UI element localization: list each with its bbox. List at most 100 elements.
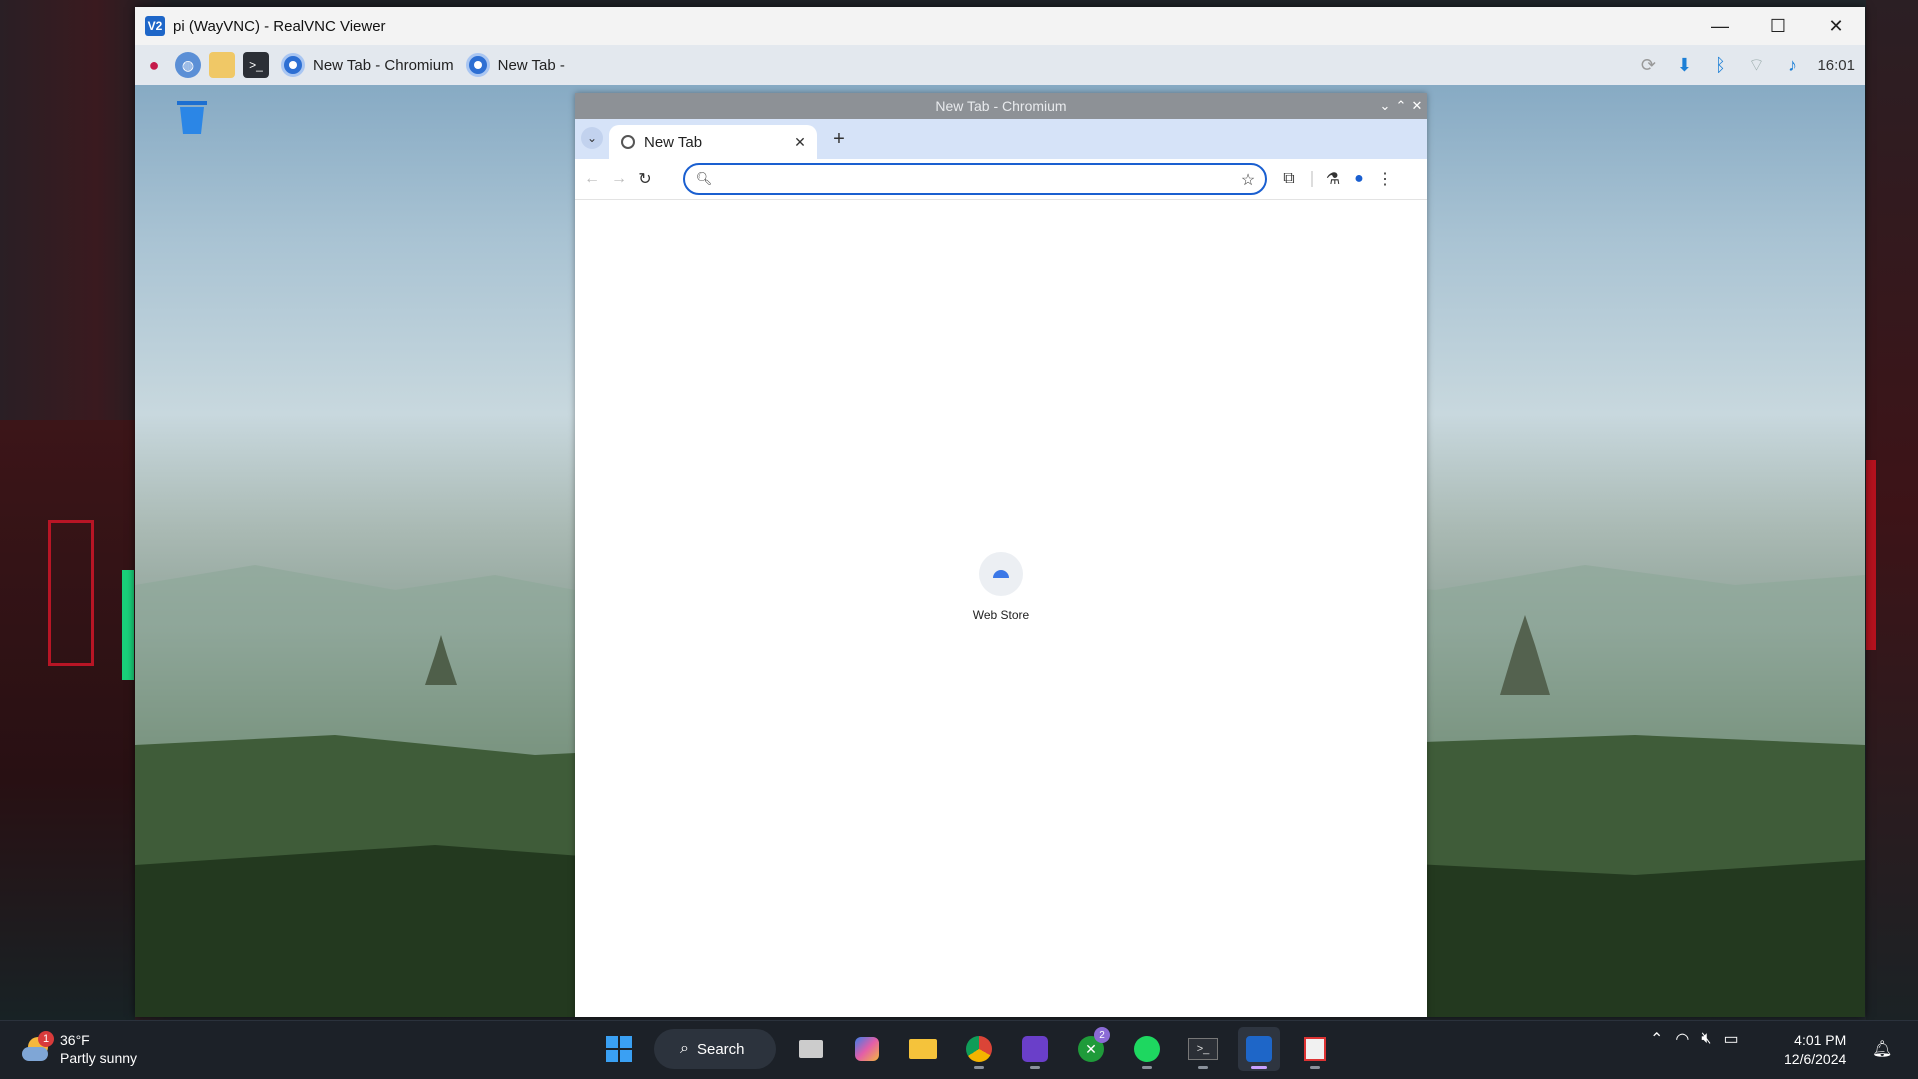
forward-icon[interactable]: →	[607, 167, 631, 191]
wifi-icon[interactable]: ◠	[1675, 1029, 1689, 1049]
pi-task-label: New Tab -	[497, 56, 565, 74]
windows-logo-icon	[606, 1036, 632, 1062]
new-tab-button[interactable]: +	[827, 127, 851, 151]
address-bar[interactable]: 🔍︎ ☆	[683, 163, 1267, 195]
search-icon: ⌕	[680, 1040, 689, 1057]
file-manager-icon[interactable]	[209, 52, 235, 78]
wifi-icon[interactable]: ⌔	[1745, 54, 1767, 76]
toolbar-divider	[1311, 171, 1313, 187]
chromium-icon	[465, 53, 490, 77]
notification-bell-icon[interactable]: 🔔︎	[1872, 1039, 1892, 1059]
pi-taskbar: ● ◍ >_ New Tab - Chromium New Tab - ⟳ ⬇ …	[135, 45, 1865, 85]
tab-close-icon[interactable]: ✕	[791, 134, 809, 151]
chevron-up-icon[interactable]: ⌃	[1650, 1029, 1663, 1049]
vnc-viewer-window: V2 pi (WayVNC) - RealVNC Viewer — ☐ ✕ ● …	[135, 7, 1865, 1017]
search-icon: 🔍︎	[695, 171, 713, 186]
realvnc-button[interactable]	[1238, 1027, 1280, 1071]
new-tab-page: Web Store	[575, 199, 1427, 1017]
labs-flask-icon[interactable]: ⚗	[1321, 167, 1345, 191]
chrome-icon	[966, 1036, 992, 1062]
terminal-icon[interactable]: >_	[243, 52, 269, 78]
snipping-tool-button[interactable]	[1294, 1027, 1336, 1071]
spotify-button[interactable]	[1126, 1027, 1168, 1071]
chromium-window: New Tab - Chromium ⌄ ⌃ ✕ ⌄ New Tab ✕ + ←…	[575, 93, 1427, 1017]
bookmark-star-icon[interactable]: ☆	[1237, 169, 1259, 191]
sync-icon[interactable]: ⟳	[1637, 54, 1659, 76]
search-label: Search	[696, 1040, 745, 1058]
trash-icon[interactable]	[173, 98, 211, 136]
host-wallpaper-red-strip	[1866, 460, 1876, 650]
web-store-icon	[979, 552, 1023, 596]
vnc-window-title: pi (WayVNC) - RealVNC Viewer	[173, 17, 386, 35]
realvnc-icon: V2	[145, 16, 165, 36]
spotify-icon	[1134, 1036, 1160, 1062]
terminal-button[interactable]: >_	[1182, 1027, 1224, 1071]
host-wallpaper-neon	[122, 570, 134, 680]
extensions-icon[interactable]: ⧉	[1277, 167, 1301, 191]
raspberry-menu-icon[interactable]: ●	[141, 52, 167, 78]
xbox-badge: 2	[1094, 1027, 1110, 1043]
snipping-tool-icon	[1304, 1037, 1326, 1061]
host-wallpaper-left	[0, 420, 135, 1020]
weather-widget[interactable]: 1 36°F Partly sunny	[22, 1031, 137, 1067]
remote-desktop[interactable]: ● ◍ >_ New Tab - Chromium New Tab - ⟳ ⬇ …	[135, 45, 1865, 1017]
browser-toolbar: ← → ↻ 🔍︎ ☆ ⧉ ⚗ ● ⋮	[575, 159, 1427, 199]
close-icon[interactable]: ✕	[1407, 93, 1427, 119]
volume-icon[interactable]: ♪	[1781, 54, 1803, 76]
minimize-button[interactable]: —	[1691, 7, 1749, 45]
clock-date: 12/6/2024	[1784, 1051, 1847, 1067]
pi-system-tray: ⟳ ⬇ ᛒ ⌔ ♪ 16:01	[1637, 45, 1855, 85]
terminal-icon: >_	[1188, 1038, 1218, 1060]
xbox-button[interactable]: ✕ 2	[1070, 1027, 1112, 1071]
maximize-button[interactable]: ☐	[1749, 7, 1807, 45]
task-view-button[interactable]	[790, 1027, 832, 1071]
pi-task-chromium-2[interactable]: New Tab -	[465, 45, 565, 85]
shortcut-label: Web Store	[972, 608, 1030, 622]
address-input[interactable]	[719, 168, 1223, 192]
reload-icon[interactable]: ↻	[633, 167, 657, 191]
bluetooth-icon[interactable]: ᛒ	[1709, 54, 1731, 76]
copilot-icon	[855, 1037, 879, 1061]
taskbar-apps: ⌕ Search ✕ 2 >_	[598, 1027, 1336, 1071]
weather-icon: 1	[22, 1031, 54, 1063]
realvnc-icon	[1246, 1036, 1272, 1062]
weather-temp: 36°F	[60, 1032, 90, 1048]
taskbar-search[interactable]: ⌕ Search	[654, 1029, 776, 1069]
tab-new-tab[interactable]: New Tab ✕	[609, 125, 817, 159]
chromium-window-title: New Tab - Chromium	[935, 98, 1067, 114]
pi-clock[interactable]: 16:01	[1817, 57, 1855, 74]
profile-avatar-icon[interactable]: ●	[1347, 167, 1371, 191]
file-explorer-button[interactable]	[902, 1027, 944, 1071]
more-menu-icon[interactable]: ⋮	[1373, 167, 1397, 191]
system-tray: ⌃ ◠ 🔇︎ ▭	[1650, 1029, 1739, 1049]
chromium-icon	[281, 53, 305, 77]
taskbar-clock[interactable]: 4:01 PM 12/6/2024	[1784, 1031, 1846, 1069]
shortcut-web-store[interactable]: Web Store	[955, 552, 1047, 622]
browser-launcher-icon[interactable]: ◍	[175, 52, 201, 78]
battery-icon[interactable]: ▭	[1723, 1029, 1738, 1049]
pi-task-chromium-1[interactable]: New Tab - Chromium	[281, 45, 454, 85]
start-button[interactable]	[598, 1027, 640, 1071]
purple-app-icon	[1022, 1036, 1048, 1062]
close-button[interactable]: ✕	[1807, 7, 1865, 45]
weather-condition: Partly sunny	[60, 1050, 138, 1066]
task-view-icon	[799, 1040, 823, 1058]
folder-icon	[909, 1039, 937, 1059]
clock-time: 4:01 PM	[1794, 1032, 1847, 1048]
mute-icon[interactable]: 🔇︎	[1701, 1030, 1711, 1048]
tab-search-button[interactable]: ⌄	[581, 127, 603, 149]
host-wallpaper-sign	[48, 520, 94, 666]
pi-task-label: New Tab - Chromium	[313, 56, 454, 74]
windows-taskbar: 1 36°F Partly sunny ⌕ Search ✕ 2 >_ ⌃ ◠ …	[0, 1020, 1918, 1079]
back-icon[interactable]: ←	[580, 167, 604, 191]
app-button-purple[interactable]	[1014, 1027, 1056, 1071]
weather-badge: 1	[38, 1031, 54, 1047]
tab-strip: ⌄ New Tab ✕ +	[575, 119, 1427, 159]
chromium-titlebar[interactable]: New Tab - Chromium ⌄ ⌃ ✕	[575, 93, 1427, 119]
chrome-button[interactable]	[958, 1027, 1000, 1071]
tab-title: New Tab	[644, 133, 703, 151]
vnc-titlebar[interactable]: V2 pi (WayVNC) - RealVNC Viewer — ☐ ✕	[135, 7, 1865, 45]
copilot-button[interactable]	[846, 1027, 888, 1071]
update-download-icon[interactable]: ⬇	[1673, 54, 1695, 76]
globe-icon	[621, 135, 635, 149]
